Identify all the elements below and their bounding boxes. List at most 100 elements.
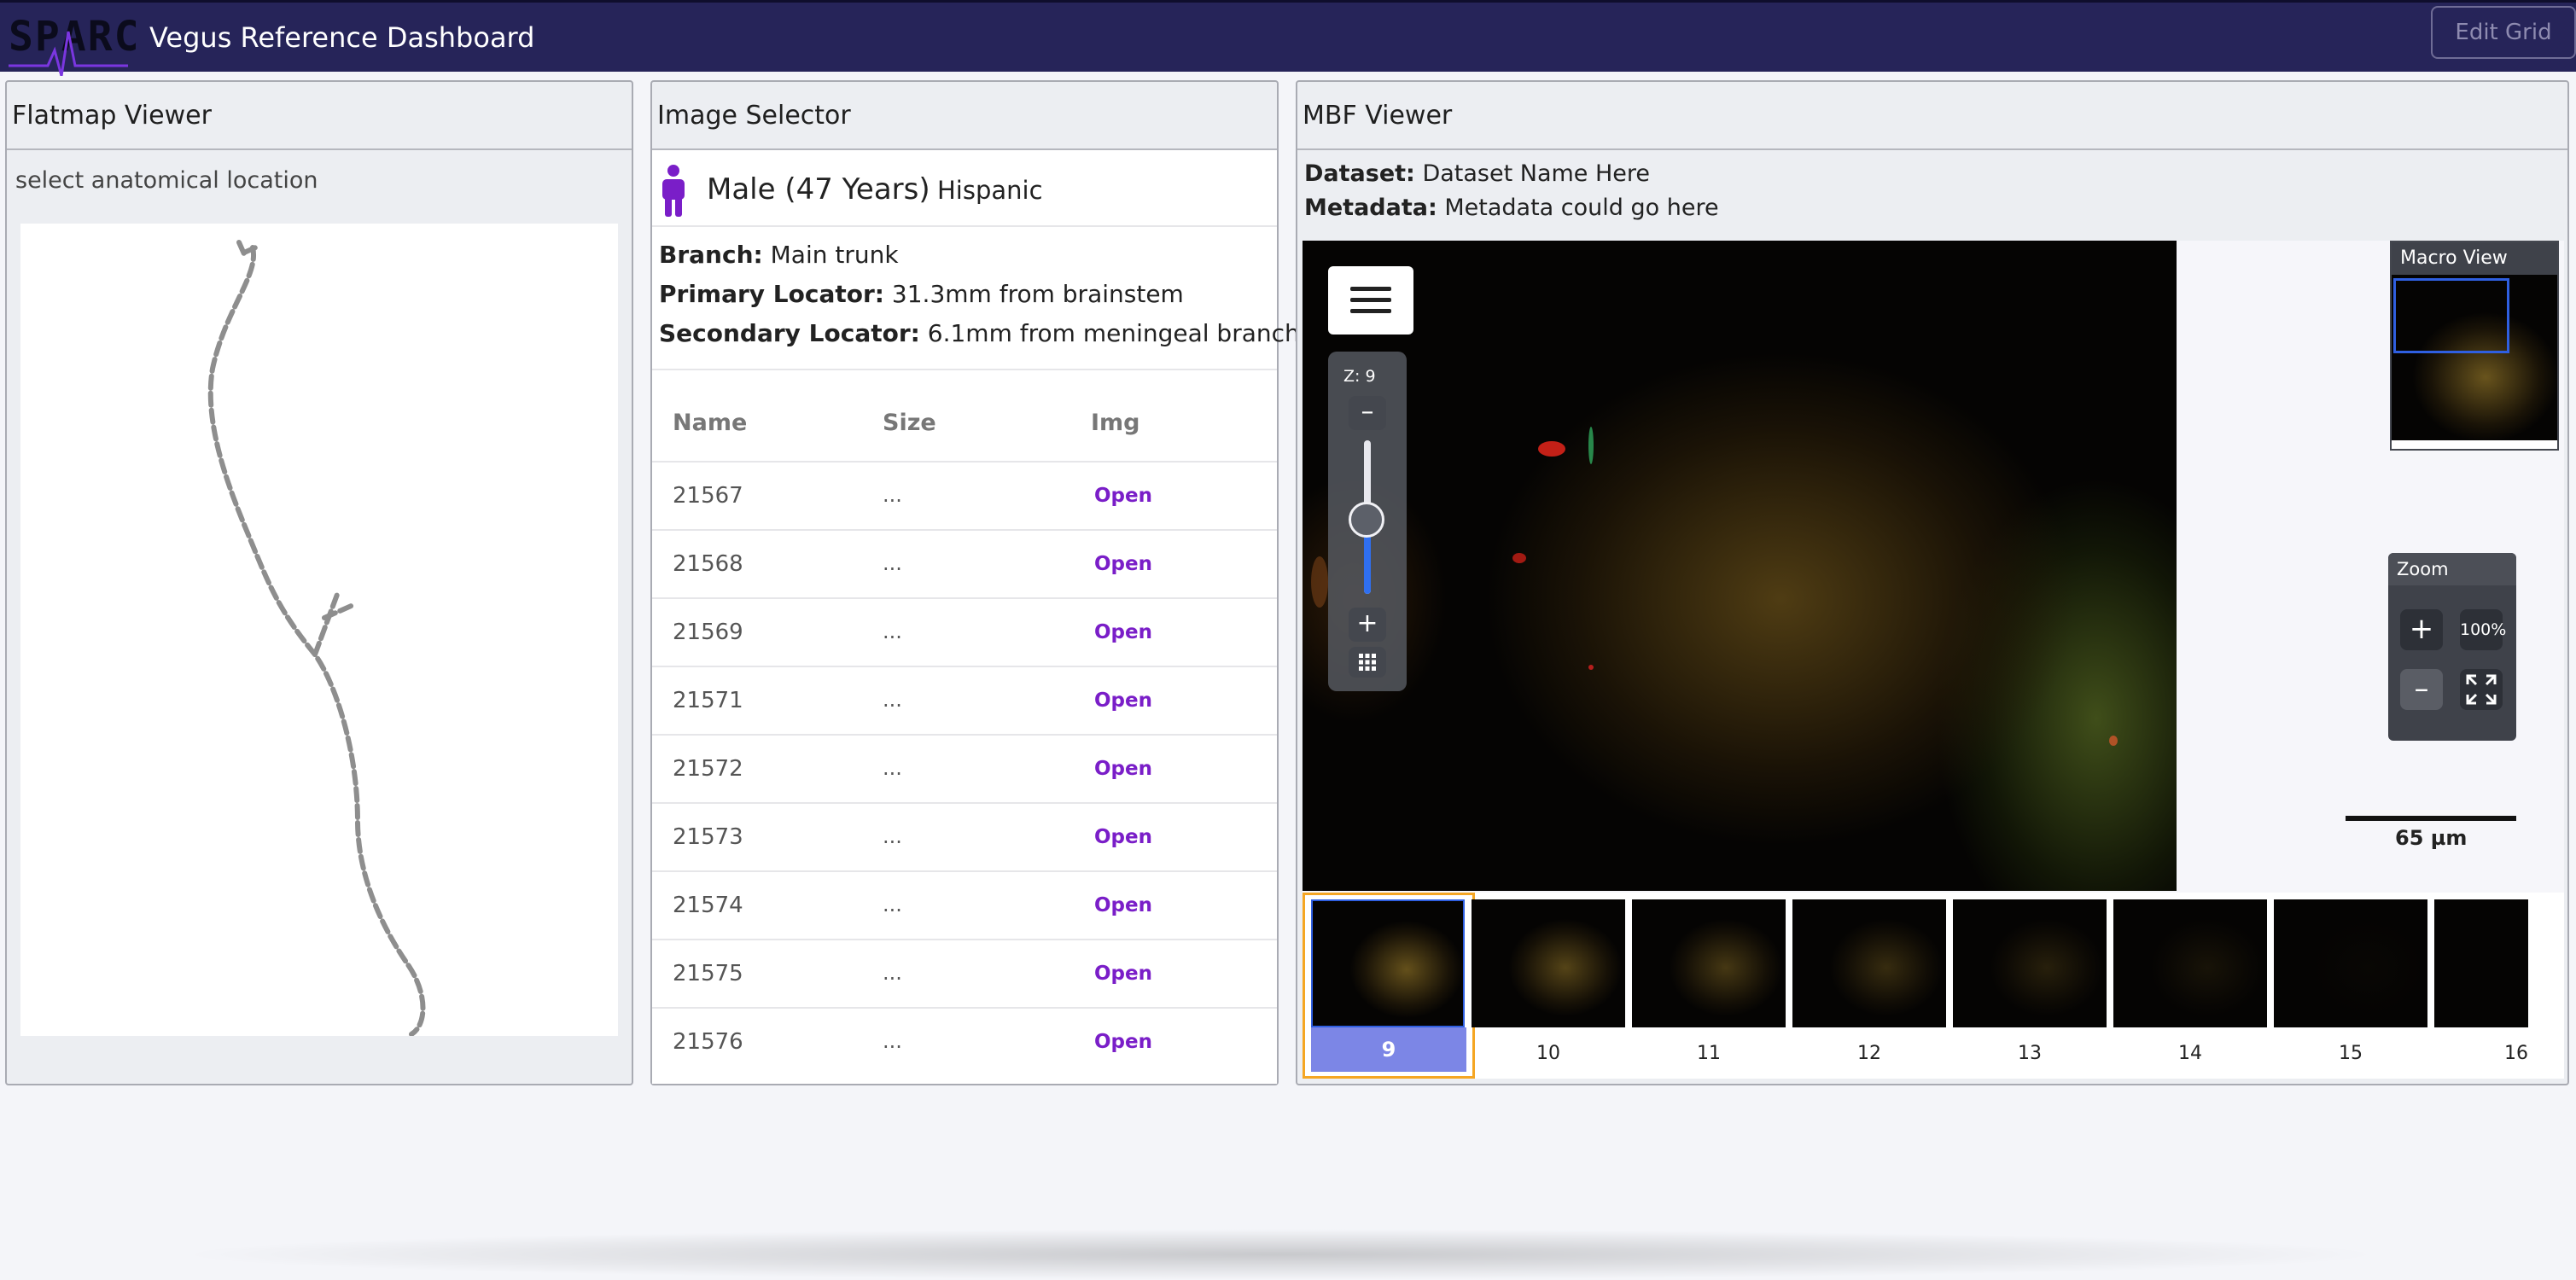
zoom-title: Zoom <box>2388 553 2516 585</box>
viewer-menu-button[interactable] <box>1328 266 1413 335</box>
primary-locator-value: 31.3mm from brainstem <box>891 280 1184 308</box>
hamburger-icon <box>1350 287 1391 313</box>
app-title: Vegus Reference Dashboard <box>149 21 535 54</box>
open-image-link[interactable]: Open <box>1094 621 1152 643</box>
zoom-out-button[interactable]: – <box>2400 669 2443 710</box>
row-name: 21571 <box>673 688 743 713</box>
thumbnail-image[interactable] <box>2274 899 2427 1027</box>
divider <box>652 225 1277 227</box>
open-image-link[interactable]: Open <box>1094 963 1152 985</box>
image-selector-body: Male (47 Years) Hispanic Branch: Main tr… <box>652 150 1300 1084</box>
logo-pulse-icon <box>9 31 128 76</box>
macro-view-panel[interactable]: Macro View <box>2390 241 2559 451</box>
table-row[interactable]: 21572... Open <box>652 734 1277 802</box>
row-size: ... <box>883 756 902 780</box>
thumbnail-label[interactable]: 16 <box>2434 1043 2528 1064</box>
secondary-locator-label: Secondary Locator: <box>659 319 920 347</box>
secondary-locator: Secondary Locator: 6.1mm from meningeal … <box>659 319 1300 347</box>
table-row[interactable]: 21573... Open <box>652 802 1277 870</box>
thumbnail-image[interactable] <box>1792 899 1946 1027</box>
primary-locator: Primary Locator: 31.3mm from brainstem <box>659 280 1184 308</box>
flatmap-panel: Flatmap Viewer select anatomical locatio… <box>5 80 633 1085</box>
thumbnail-label[interactable]: 12 <box>1792 1043 1946 1064</box>
open-image-link[interactable]: Open <box>1094 485 1152 507</box>
z-slider-panel: Z: 9 – + <box>1328 352 1407 691</box>
table-row[interactable]: 21575... Open <box>652 939 1277 1007</box>
column-header-size[interactable]: Size <box>883 410 936 436</box>
branch-value: Main trunk <box>770 241 899 269</box>
grid-view-button[interactable] <box>1349 647 1386 678</box>
row-size: ... <box>883 483 902 507</box>
secondary-locator-value: 6.1mm from meningeal branch <box>927 319 1300 347</box>
thumbnail-image[interactable] <box>1472 899 1625 1027</box>
person-icon <box>659 164 688 220</box>
row-size: ... <box>883 893 902 916</box>
flatmap-canvas[interactable] <box>20 224 618 1037</box>
row-name: 21575 <box>673 961 743 986</box>
zoom-panel: Zoom + 100% – <box>2388 553 2516 741</box>
thumbnail-label[interactable]: 10 <box>1472 1043 1625 1064</box>
z-level-label: Z: 9 <box>1343 367 1376 386</box>
row-name: 21574 <box>673 893 743 918</box>
table-row[interactable]: 21568... Open <box>652 529 1277 597</box>
thumbnail-image[interactable] <box>2113 899 2267 1027</box>
row-name: 21569 <box>673 620 743 645</box>
table-row[interactable]: 21567... Open <box>652 461 1277 529</box>
row-size: ... <box>883 551 902 575</box>
thumbnail-image[interactable] <box>1953 899 2107 1027</box>
thumbnail-label-selected[interactable]: 9 <box>1311 1027 1466 1072</box>
table-row[interactable]: 21571... Open <box>652 666 1277 734</box>
primary-locator-label: Primary Locator: <box>659 280 885 308</box>
column-header-img[interactable]: Img <box>1091 410 1140 436</box>
column-header-name[interactable]: Name <box>673 410 747 436</box>
macro-view-title: Macro View <box>2392 242 2557 275</box>
dataset-label: Dataset: <box>1304 160 1415 187</box>
flatmap-subtitle: select anatomical location <box>15 167 318 194</box>
metadata-value: Metadata could go here <box>1444 195 1719 221</box>
open-image-link[interactable]: Open <box>1094 758 1152 780</box>
dataset-value: Dataset Name Here <box>1422 160 1651 187</box>
thumbnail-image[interactable] <box>1632 899 1786 1027</box>
grid-icon <box>1359 654 1376 671</box>
open-image-link[interactable]: Open <box>1094 553 1152 575</box>
scale-bar <box>2346 816 2516 821</box>
thumbnail-label[interactable]: 13 <box>1953 1043 2107 1064</box>
row-size: ... <box>883 620 902 643</box>
branch-label: Branch: <box>659 241 763 269</box>
z-decrease-button[interactable]: – <box>1349 396 1386 430</box>
thumbnail-image[interactable] <box>1311 899 1465 1027</box>
table-row[interactable]: 21569... Open <box>652 597 1277 666</box>
fullscreen-button[interactable] <box>2460 669 2503 710</box>
z-increase-button[interactable]: + <box>1349 608 1386 642</box>
image-viewer[interactable]: Z: 9 – + Macro View Zoom + 100% – 65 µm <box>1303 241 2564 893</box>
thumbnail-label[interactable]: 14 <box>2113 1043 2267 1064</box>
open-image-link[interactable]: Open <box>1094 826 1152 848</box>
thumbnail-label[interactable]: 15 <box>2274 1043 2427 1064</box>
sparc-logo[interactable]: SPARC <box>9 13 139 76</box>
scale-label: 65 µm <box>2395 826 2468 850</box>
edit-grid-button[interactable]: Edit Grid <box>2431 6 2576 59</box>
thumbnail-label[interactable]: 11 <box>1632 1043 1786 1064</box>
subject-ethnicity: Hispanic <box>937 176 1043 205</box>
image-selector-title: Image Selector <box>652 82 1277 150</box>
macro-view-viewport[interactable] <box>2393 278 2509 353</box>
row-size: ... <box>883 1029 902 1053</box>
row-size: ... <box>883 961 902 985</box>
microscopy-image[interactable]: Z: 9 – + <box>1303 241 2177 891</box>
row-name: 21573 <box>673 824 743 850</box>
table-row[interactable]: 21576... Open <box>652 1007 1277 1075</box>
branch-info: Branch: Main trunk <box>659 241 899 269</box>
top-bar: SPARC Vegus Reference Dashboard Edit Gri… <box>0 0 2576 76</box>
open-image-link[interactable]: Open <box>1094 689 1152 712</box>
z-slider-handle[interactable] <box>1349 502 1384 538</box>
row-name: 21567 <box>673 483 743 509</box>
vagus-nerve-map[interactable] <box>20 224 618 1037</box>
zoom-reset-button[interactable]: 100% <box>2460 609 2506 650</box>
row-size: ... <box>883 688 902 712</box>
open-image-link[interactable]: Open <box>1094 1031 1152 1053</box>
flatmap-title: Flatmap Viewer <box>7 82 632 150</box>
thumbnail-image[interactable] <box>2434 899 2528 1027</box>
open-image-link[interactable]: Open <box>1094 894 1152 916</box>
zoom-in-button[interactable]: + <box>2400 609 2443 650</box>
table-row[interactable]: 21574... Open <box>652 870 1277 939</box>
